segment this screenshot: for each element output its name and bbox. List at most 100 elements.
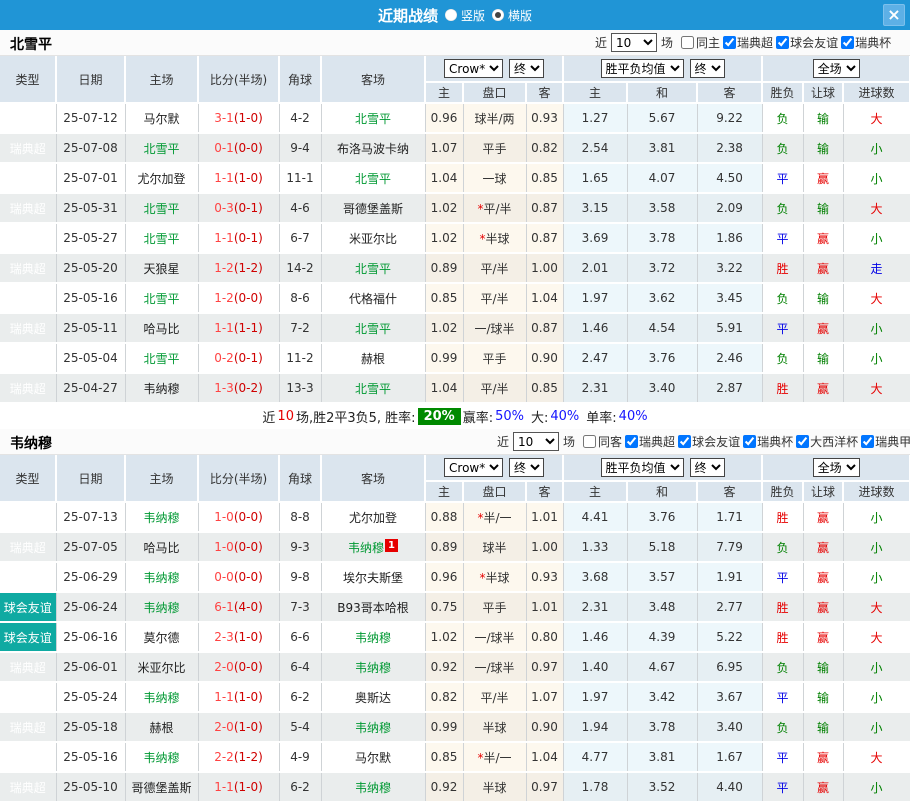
league-filter[interactable]: 大西洋杯 [793, 433, 858, 450]
home-odds-cell: 1.02 [425, 223, 464, 254]
final-odds-select[interactable]: 终 [509, 59, 545, 78]
league-checkbox[interactable] [723, 36, 737, 49]
fulltime-score: 1-2 [214, 261, 234, 275]
fulltime-select[interactable]: 全场 [812, 458, 860, 477]
corner-cell: 11-2 [279, 343, 322, 374]
league-checkbox[interactable] [743, 435, 757, 448]
league-cell: 瑞典超 [0, 253, 57, 284]
close-button[interactable]: × [883, 4, 905, 26]
away-team-name: 北雪平 [354, 321, 391, 336]
away-odds-cell: 0.87 [526, 193, 564, 224]
league-filter[interactable]: 瑞典超 [622, 433, 675, 450]
away-odds-cell: 0.97 [526, 652, 564, 683]
filter-bar: 近 10 场 同客 瑞典超 球会友谊 瑞典杯 大西洋杯 瑞典甲 [497, 430, 910, 453]
match-row: 瑞典超 25-05-20 天狼星 1-2(1-2) 14-2 北雪平 0.89 平/半 1.00… [0, 253, 910, 284]
radio-icon[interactable] [444, 9, 457, 21]
home-odds-cell: 0.88 [425, 502, 464, 533]
halftime-score: (1-0) [233, 690, 263, 704]
league-filter[interactable]: 球会友谊 [675, 433, 740, 450]
titlebar: 近期战绩 竖版 横版 × [0, 0, 910, 30]
handicap-text: 半球 [485, 231, 510, 246]
final-mean-select[interactable]: 终 [689, 59, 725, 78]
mean-away-cell: 2.09 [697, 193, 763, 224]
single-value: 40% [618, 409, 648, 424]
fulltime-group-header: 全场 [762, 455, 910, 482]
corner-cell: 9-4 [279, 133, 322, 164]
result-cell: 负 [762, 103, 804, 134]
handicap-text: 平/半 [480, 690, 509, 705]
away-odds-cell: 1.00 [526, 253, 564, 284]
radio-vertical-label: 竖版 [460, 8, 485, 23]
score-cell: 0-0(0-0) [198, 562, 280, 593]
league-filter[interactable]: 瑞典杯 [740, 433, 793, 450]
col-goals: 进球数 [843, 481, 910, 503]
mean-away-cell: 4.50 [697, 163, 763, 194]
radio-icon[interactable] [492, 9, 504, 21]
final-odds-select[interactable]: 终 [509, 458, 545, 477]
halftime-score: (1-0) [233, 720, 263, 734]
final-mean-select[interactable]: 终 [689, 458, 725, 477]
mean-draw-cell: 3.58 [627, 193, 698, 224]
mean-home-cell: 2.31 [563, 373, 628, 404]
layout-radio-vertical[interactable]: 竖版 [444, 7, 485, 24]
score-cell: 1-1(0-1) [198, 223, 280, 254]
home-team-name: 韦纳穆 [143, 510, 180, 525]
league-cell: 球会友谊 [0, 592, 57, 623]
corner-cell: 4-9 [279, 742, 322, 773]
home-odds-cell: 0.92 [425, 652, 464, 683]
col-handicap: 盘口 [463, 82, 527, 104]
bookmaker-select[interactable]: Crow* [444, 59, 504, 78]
league-checkbox[interactable] [796, 435, 810, 448]
league-checkbox[interactable] [861, 435, 875, 448]
fulltime-select[interactable]: 全场 [812, 59, 860, 78]
match-row: 瑞典超 25-07-13 韦纳穆 1-0(0-0) 8-8 尤尔加登 0.88 *半/一 1.0… [0, 502, 910, 533]
result-cell: 平 [762, 682, 804, 713]
layout-radio-horizontal[interactable]: 横版 [492, 7, 532, 24]
same-venue-checkbox[interactable] [583, 435, 597, 448]
league-filter[interactable]: 瑞典杯 [838, 34, 891, 51]
fulltime-score: 0-2 [214, 351, 234, 365]
fulltime-score: 1-1 [214, 171, 234, 185]
mean-draw-cell: 3.62 [627, 283, 698, 314]
league-checkbox-label: 球会友谊 [692, 435, 741, 449]
league-filter[interactable]: 瑞典甲 [858, 433, 910, 450]
away-team-cell: 北雪平 [321, 103, 426, 134]
same-venue-checkbox[interactable] [681, 36, 695, 49]
halftime-score: (0-0) [233, 570, 263, 584]
halftime-score: (0-1) [233, 351, 263, 365]
league-filter[interactable]: 球会友谊 [773, 34, 838, 51]
league-checkbox[interactable] [678, 435, 692, 448]
mean-home-cell: 1.27 [563, 103, 628, 134]
bookmaker-select[interactable]: Crow* [444, 458, 504, 477]
handicap-cell: 球半/两 [463, 103, 527, 134]
away-team-cell: 北雪平 [321, 163, 426, 194]
mean-select[interactable]: 胜平负均值 [600, 59, 684, 78]
handicap-cell: 平手 [463, 133, 527, 164]
mean-select[interactable]: 胜平负均值 [600, 458, 684, 477]
away-team-cell: 赫根 [321, 343, 426, 374]
league-filter[interactable]: 瑞典超 [720, 34, 773, 51]
fulltime-score: 0-3 [214, 201, 234, 215]
odds-group-header: Crow* 终 [425, 56, 565, 83]
mean-home-cell: 1.94 [563, 712, 628, 743]
match-count-select[interactable]: 10 [611, 33, 658, 52]
league-checkbox[interactable] [625, 435, 639, 448]
summary-prefix: 近 [262, 411, 276, 426]
away-odds-cell: 1.04 [526, 742, 564, 773]
handicap-result-cell: 赢 [803, 772, 844, 803]
score-cell: 6-1(4-0) [198, 592, 280, 623]
match-row: 球会友谊 25-06-24 韦纳穆 6-1(4-0) 7-3 B93哥本哈根 0.75 平手 1… [0, 592, 910, 623]
league-cell: 瑞典超 [0, 532, 57, 563]
league-checkbox[interactable] [776, 36, 790, 49]
date-cell: 25-06-01 [56, 652, 126, 683]
match-count-select[interactable]: 10 [513, 432, 560, 451]
score-cell: 2-0(0-0) [198, 652, 280, 683]
handicap-text: 球半 [482, 540, 507, 555]
league-checkbox[interactable] [841, 36, 855, 49]
mean-home-cell: 2.54 [563, 133, 628, 164]
goals-result-cell: 大 [843, 193, 910, 224]
mean-away-cell: 2.77 [697, 592, 763, 623]
date-cell: 25-07-13 [56, 502, 126, 533]
result-cell: 胜 [762, 502, 804, 533]
away-team-cell: 北雪平 [321, 253, 426, 284]
